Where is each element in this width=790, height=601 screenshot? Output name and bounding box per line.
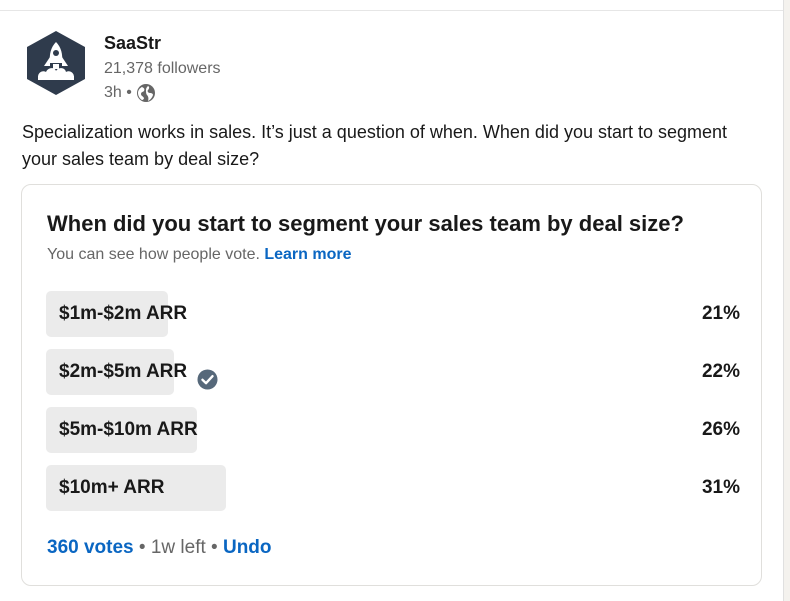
poll-option-percent: 31% — [701, 477, 740, 498]
globe-icon — [136, 83, 156, 103]
poll-option[interactable]: $2m-$5m ARR 22% — [46, 349, 740, 395]
author-followers: 21,378 followers — [104, 60, 221, 77]
company-logo-graphic — [27, 31, 85, 95]
poll-option-label: $2m-$5m ARR — [59, 361, 188, 382]
feed-page: SaaStr 21,378 followers 3h • Specializat… — [0, 0, 790, 601]
learn-more-link[interactable]: Learn more — [264, 246, 351, 263]
rocket-logo-icon[interactable] — [24, 29, 88, 97]
poll-option[interactable]: $10m+ ARR 31% — [46, 465, 740, 511]
checkmark-circle-icon — [197, 362, 218, 389]
votes-count-link[interactable]: 360 votes — [47, 537, 134, 558]
poll-option-percent: 21% — [701, 303, 740, 324]
poll-option-label: $5m-$10m ARR — [59, 419, 198, 440]
poll-option-percent: 22% — [701, 361, 740, 382]
undo-vote-link[interactable]: Undo — [223, 537, 272, 558]
poll-question: When did you start to segment your sales… — [47, 211, 684, 236]
poll-time-left: • 1w left • — [138, 537, 218, 558]
poll-option[interactable]: $1m-$2m ARR 21% — [46, 291, 740, 337]
poll-option-percent: 26% — [701, 419, 740, 440]
top-divider — [0, 10, 790, 11]
post-time: 3h • — [104, 84, 132, 101]
poll-option-label: $10m+ ARR — [59, 477, 165, 498]
right-gutter — [784, 0, 790, 601]
poll-footer: 360 votes • 1w left • Undo — [47, 537, 272, 559]
poll-option-label: $1m-$2m ARR — [59, 303, 188, 324]
author-name[interactable]: SaaStr — [104, 33, 161, 54]
poll-option[interactable]: $5m-$10m ARR 26% — [46, 407, 740, 453]
poll-visibility-notice: You can see how people vote. Learn more — [47, 246, 352, 264]
poll-notice-text: You can see how people vote. — [47, 246, 260, 263]
poll-card: When did you start to segment your sales… — [21, 184, 762, 586]
post-meta: 3h • — [104, 83, 156, 103]
post-text: Specialization works in sales. It’s just… — [22, 122, 728, 169]
